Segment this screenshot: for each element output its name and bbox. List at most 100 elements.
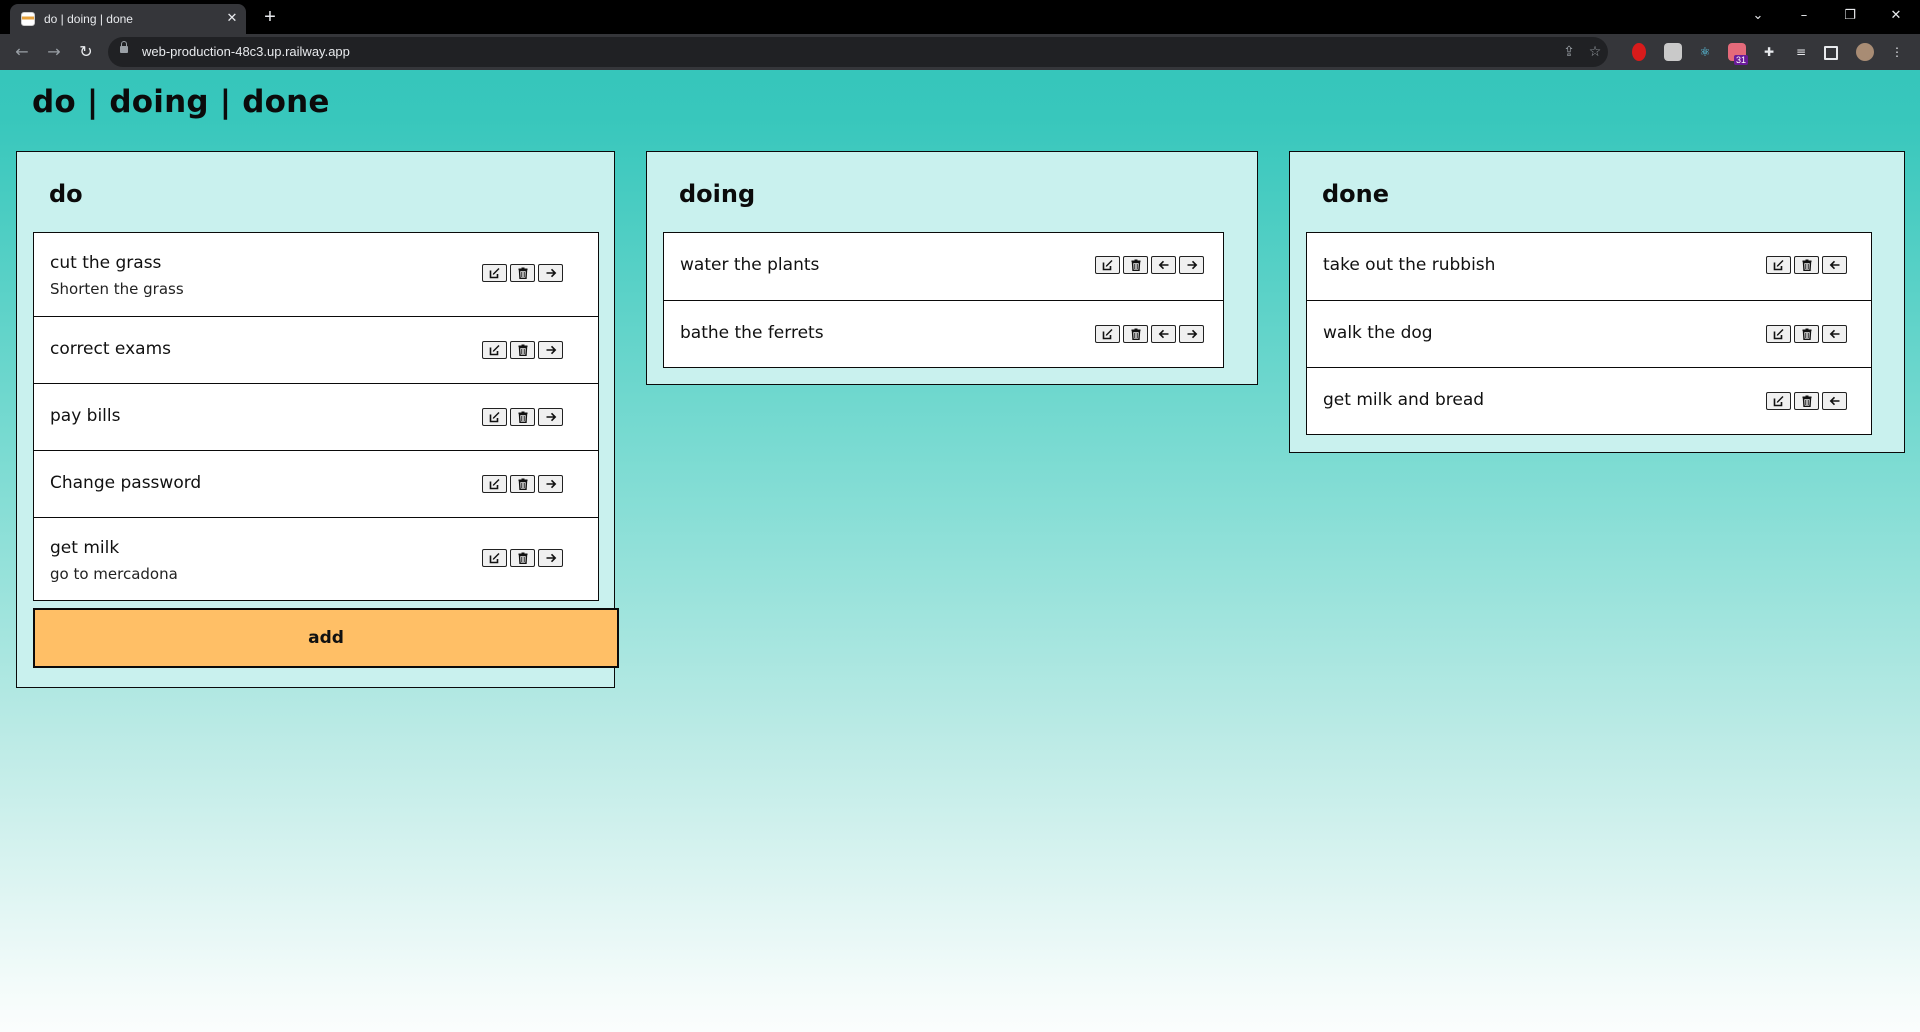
move-left-button[interactable] xyxy=(1151,325,1176,343)
edit-button[interactable] xyxy=(1095,256,1120,274)
delete-button[interactable] xyxy=(510,408,535,426)
extension-card-icon[interactable] xyxy=(1664,43,1682,61)
trash-icon xyxy=(1802,395,1811,407)
edit-button[interactable] xyxy=(482,408,507,426)
column-title: do xyxy=(49,180,83,208)
task-title: Change password xyxy=(50,473,202,493)
task-actions xyxy=(482,549,563,567)
lock-icon xyxy=(120,41,128,53)
task-card: bathe the ferrets xyxy=(664,300,1223,367)
arrow-left-icon xyxy=(1829,329,1839,339)
delete-button[interactable] xyxy=(1794,325,1819,343)
edit-icon xyxy=(489,553,499,564)
edit-button[interactable] xyxy=(1095,325,1120,343)
task-actions xyxy=(1095,256,1204,274)
reload-icon[interactable]: ↻ xyxy=(74,41,98,63)
trash-icon xyxy=(1802,259,1811,271)
move-left-button[interactable] xyxy=(1822,325,1847,343)
delete-button[interactable] xyxy=(1794,392,1819,410)
task-title: get milk xyxy=(50,538,120,558)
move-right-button[interactable] xyxy=(538,408,563,426)
edit-button[interactable] xyxy=(482,475,507,493)
column-done: done take out the rubbish walk the dog g… xyxy=(1289,151,1905,453)
arrow-left-icon xyxy=(1829,396,1839,406)
task-actions xyxy=(482,475,563,493)
task-card: water the plants xyxy=(664,233,1223,300)
edit-button[interactable] xyxy=(482,549,507,567)
trash-icon xyxy=(518,267,527,279)
browser-toolbar: ← → ↻ web-production-48c3.up.railway.app… xyxy=(0,34,1920,70)
move-right-button[interactable] xyxy=(538,475,563,493)
extensions-puzzle-icon[interactable]: ✚ xyxy=(1760,43,1778,61)
extension-react-icon[interactable]: ⚛ xyxy=(1696,43,1714,61)
edit-button[interactable] xyxy=(1766,256,1791,274)
edit-icon xyxy=(1102,260,1112,271)
add-button[interactable]: add xyxy=(33,608,619,668)
task-title: walk the dog xyxy=(1323,323,1433,343)
task-card: walk the dog xyxy=(1307,300,1871,367)
task-card: get milk go to mercadona xyxy=(34,517,598,600)
move-right-button[interactable] xyxy=(538,264,563,282)
extension-badge: 31 xyxy=(1734,55,1749,65)
move-right-button[interactable] xyxy=(538,341,563,359)
avatar[interactable] xyxy=(1856,43,1874,61)
tab-search-icon[interactable]: ⌄ xyxy=(1742,4,1774,28)
address-bar[interactable]: web-production-48c3.up.railway.app ⇪ ☆ xyxy=(108,37,1608,67)
back-icon[interactable]: ← xyxy=(10,41,34,63)
arrow-left-icon xyxy=(1158,329,1168,339)
task-title: pay bills xyxy=(50,406,121,426)
move-right-button[interactable] xyxy=(538,549,563,567)
column-do: do cut the grass Shorten the grass corre… xyxy=(16,151,619,688)
new-tab-button[interactable]: + xyxy=(258,6,282,28)
task-title: water the plants xyxy=(680,255,820,275)
task-list: water the plants bathe the ferrets xyxy=(663,232,1224,368)
side-panel-icon[interactable] xyxy=(1824,46,1838,60)
bookmark-star-icon[interactable]: ☆ xyxy=(1586,43,1604,61)
arrow-right-icon xyxy=(546,412,556,422)
column-title: done xyxy=(1322,180,1390,208)
menu-kebab-icon[interactable]: ⋮ xyxy=(1888,43,1906,61)
extension-opera-icon[interactable] xyxy=(1632,43,1646,61)
task-card: Change password xyxy=(34,450,598,517)
move-left-button[interactable] xyxy=(1822,256,1847,274)
reading-list-icon[interactable]: ≡ xyxy=(1792,43,1810,61)
move-right-button[interactable] xyxy=(1179,256,1204,274)
delete-button[interactable] xyxy=(510,264,535,282)
delete-button[interactable] xyxy=(1794,256,1819,274)
minimize-icon[interactable]: – xyxy=(1788,4,1820,28)
close-window-icon[interactable]: ✕ xyxy=(1880,4,1912,28)
url-text: web-production-48c3.up.railway.app xyxy=(142,44,350,59)
edit-button[interactable] xyxy=(1766,325,1791,343)
task-list: cut the grass Shorten the grass correct … xyxy=(33,232,599,601)
share-icon[interactable]: ⇪ xyxy=(1560,43,1578,61)
trash-icon xyxy=(518,344,527,356)
edit-button[interactable] xyxy=(482,264,507,282)
edit-icon xyxy=(489,268,499,279)
move-right-button[interactable] xyxy=(1179,325,1204,343)
trash-icon xyxy=(518,478,527,490)
edit-icon xyxy=(489,479,499,490)
close-tab-icon[interactable]: ✕ xyxy=(224,11,240,27)
task-title: bathe the ferrets xyxy=(680,323,824,343)
column-title: doing xyxy=(679,180,756,208)
forward-icon[interactable]: → xyxy=(42,41,66,63)
edit-button[interactable] xyxy=(482,341,507,359)
edit-icon xyxy=(1773,396,1783,407)
move-left-button[interactable] xyxy=(1151,256,1176,274)
restore-icon[interactable]: ❐ xyxy=(1834,4,1866,28)
arrow-right-icon xyxy=(546,553,556,563)
delete-button[interactable] xyxy=(510,475,535,493)
page-title: do | doing | done xyxy=(32,84,330,120)
tab-strip: do | doing | done ✕ + ⌄ – ❐ ✕ xyxy=(0,0,1920,34)
edit-button[interactable] xyxy=(1766,392,1791,410)
favicon-icon xyxy=(21,12,35,26)
delete-button[interactable] xyxy=(510,341,535,359)
move-left-button[interactable] xyxy=(1822,392,1847,410)
delete-button[interactable] xyxy=(510,549,535,567)
task-actions xyxy=(1766,392,1847,410)
delete-button[interactable] xyxy=(1123,256,1148,274)
trash-icon xyxy=(1131,328,1140,340)
browser-tab[interactable]: do | doing | done ✕ xyxy=(10,4,246,34)
delete-button[interactable] xyxy=(1123,325,1148,343)
task-title: cut the grass xyxy=(50,253,162,273)
